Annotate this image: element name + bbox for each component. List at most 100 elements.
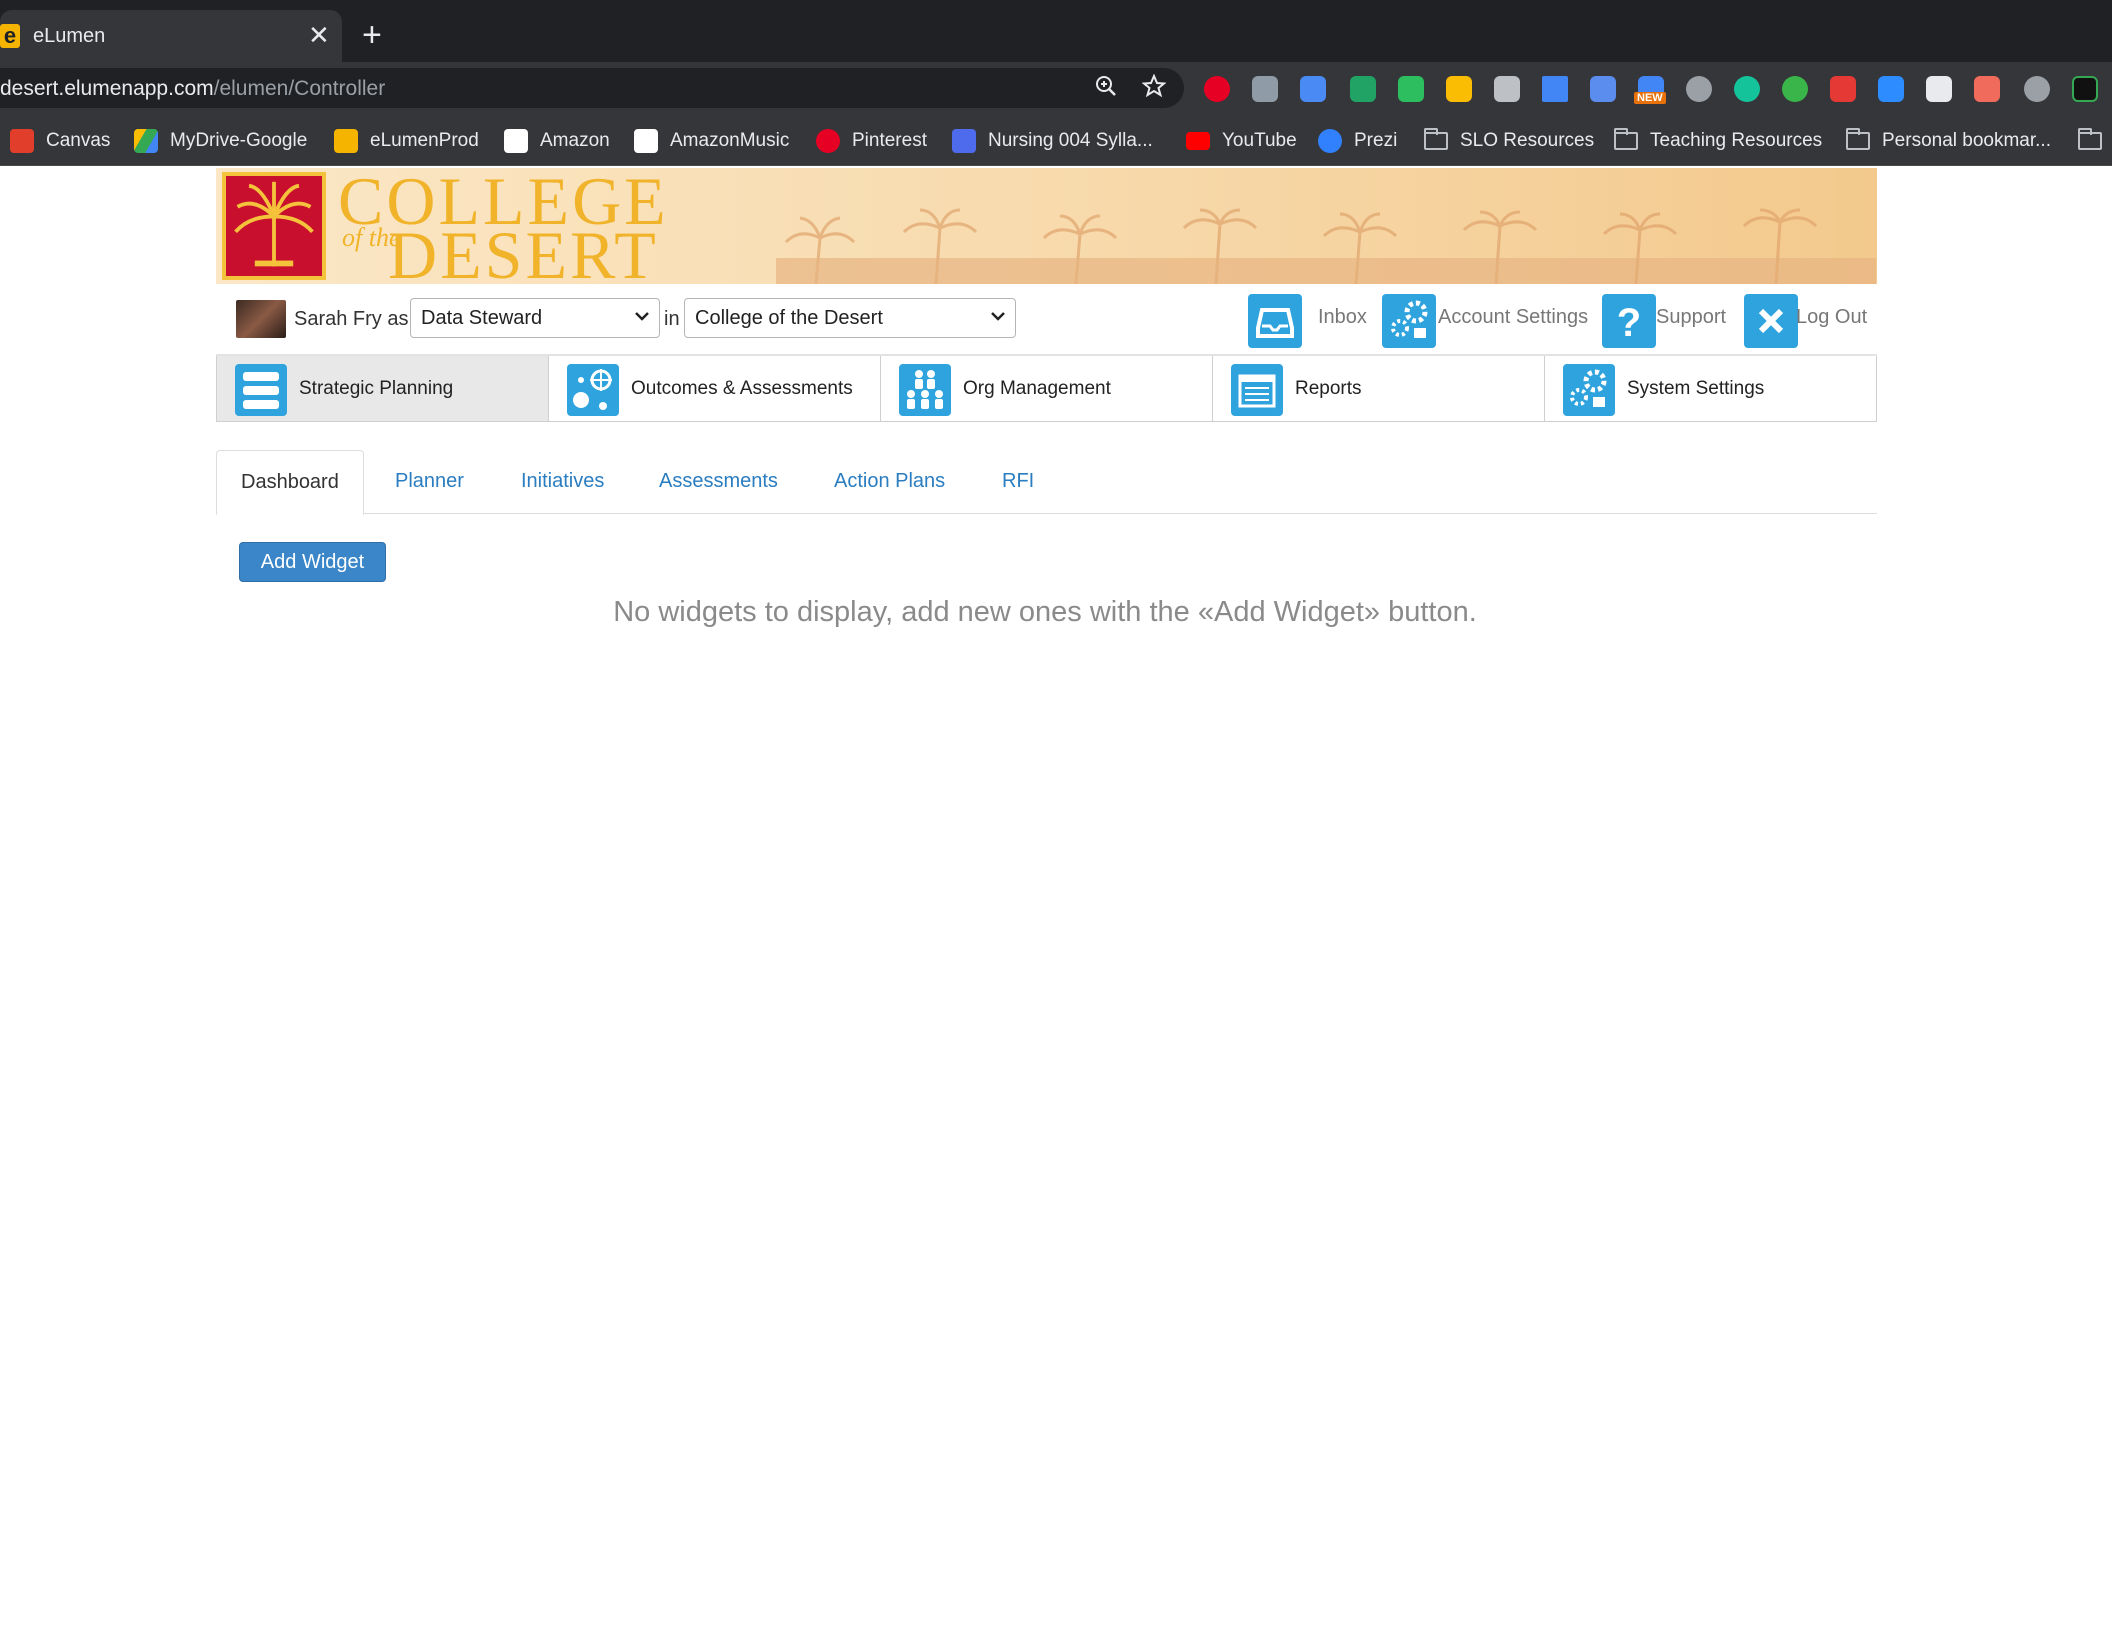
bookmark-elumenprod[interactable]: eLumenProd xyxy=(334,128,479,154)
inbox-link[interactable]: Inbox xyxy=(1318,306,1367,329)
bookmark-canvas[interactable]: Canvas xyxy=(10,128,110,154)
module-org-management[interactable]: Org Management xyxy=(881,356,1213,421)
bookmark-amazonmusic[interactable]: AmazonMusic xyxy=(634,128,789,154)
chevron-down-icon xyxy=(633,307,651,330)
chevron-down-icon xyxy=(989,307,1007,330)
folder-icon xyxy=(1614,128,1638,150)
new-tab-icon[interactable]: + xyxy=(362,18,382,52)
amazon-icon xyxy=(504,129,528,153)
log-out-icon[interactable] xyxy=(1744,294,1798,348)
module-label: Org Management xyxy=(963,378,1111,399)
bookmark-label: SLO Resources xyxy=(1460,130,1595,151)
log-out-link[interactable]: Log Out xyxy=(1796,306,1867,329)
google-drive-icon xyxy=(134,129,158,153)
role-select[interactable]: Data Steward xyxy=(410,298,660,338)
bookmark-pinterest[interactable]: Pinterest xyxy=(816,128,927,154)
cursor-extension-icon[interactable] xyxy=(1542,76,1568,102)
canvas-icon xyxy=(10,129,34,153)
palm-trees-graphic xyxy=(776,208,1876,284)
institution-select[interactable]: College of the Desert xyxy=(684,298,1016,338)
bookmark-label: Pinterest xyxy=(852,130,927,151)
video-extension-icon[interactable] xyxy=(1974,76,2000,102)
browser-tab[interactable]: e eLumen ✕ xyxy=(0,10,342,62)
folder-icon xyxy=(1846,128,1870,150)
tab-action-plans[interactable]: Action Plans xyxy=(834,470,945,493)
support-icon[interactable]: ? xyxy=(1602,294,1656,348)
amazon-icon xyxy=(634,129,658,153)
zoom-icon[interactable] xyxy=(1094,74,1118,105)
zoom-extension-icon[interactable] xyxy=(1878,76,1904,102)
tab-rfi[interactable]: RFI xyxy=(1002,470,1034,493)
elumen-icon xyxy=(334,129,358,153)
pinterest-icon xyxy=(816,129,840,153)
svg-text:?: ? xyxy=(1617,301,1641,345)
college-seal-logo xyxy=(222,172,326,280)
grammarly-extension-icon[interactable] xyxy=(1734,76,1760,102)
account-settings-icon[interactable] xyxy=(1382,294,1436,348)
bookmark-nursing[interactable]: Nursing 004 Sylla... xyxy=(952,128,1153,154)
bookmark-label: Teaching Resources xyxy=(1650,130,1823,151)
google-drive-extension-icon[interactable] xyxy=(1446,76,1472,102)
support-link[interactable]: Support xyxy=(1656,306,1726,329)
user-name: Sarah Fry as xyxy=(294,308,409,330)
url-path: /elumen/Controller xyxy=(213,77,386,100)
youtube-icon xyxy=(1186,132,1210,150)
bookmark-label: Prezi xyxy=(1354,130,1398,151)
module-label: Reports xyxy=(1295,378,1362,399)
address-bar[interactable]: desert.elumenapp.com/elumen/Controller xyxy=(0,68,1184,108)
bookmark-prezi[interactable]: Prezi xyxy=(1318,128,1397,154)
bookmark-star-icon[interactable] xyxy=(1141,73,1167,105)
system-settings-icon xyxy=(1563,364,1615,416)
module-system-settings[interactable]: System Settings xyxy=(1545,356,1876,421)
profile-extension-icon[interactable] xyxy=(2024,76,2050,102)
tab-planner[interactable]: Planner xyxy=(395,470,464,493)
bookmark-amazon[interactable]: Amazon xyxy=(504,128,610,154)
folder-icon xyxy=(1424,128,1448,150)
bookmark-youtube[interactable]: YouTube xyxy=(1186,128,1297,154)
bookmark-teaching-resources[interactable]: Teaching Resources xyxy=(1614,128,1822,154)
module-reports[interactable]: Reports xyxy=(1213,356,1545,421)
tp-extension-icon[interactable] xyxy=(1830,76,1856,102)
module-outcomes-assessments[interactable]: Outcomes & Assessments xyxy=(549,356,881,421)
window-extension-icon[interactable] xyxy=(1926,76,1952,102)
graduation-extension-icon[interactable] xyxy=(1300,76,1326,102)
tab-initiatives[interactable]: Initiatives xyxy=(521,470,604,493)
tab-dashboard[interactable]: Dashboard xyxy=(216,450,364,515)
evernote-extension-icon[interactable] xyxy=(1398,76,1424,102)
browser-toolbar: desert.elumenapp.com/elumen/Controller N… xyxy=(0,62,2112,114)
add-widget-button[interactable]: Add Widget xyxy=(239,542,386,582)
bookmark-slo-resources[interactable]: SLO Resources xyxy=(1424,128,1594,154)
screenshot-extension-icon[interactable] xyxy=(1494,76,1520,102)
dashboard-tabs: Dashboard Planner Initiatives Assessment… xyxy=(216,450,1877,515)
bookmark-other[interactable] xyxy=(2078,128,2112,154)
module-label: Strategic Planning xyxy=(299,378,454,399)
strategic-planning-icon xyxy=(235,364,287,416)
wordtune-extension-icon[interactable] xyxy=(1686,76,1712,102)
college-wordmark-desert: DESERT xyxy=(388,217,659,284)
tab-title: eLumen xyxy=(33,25,106,47)
dropbox-extension-icon[interactable] xyxy=(1252,76,1278,102)
module-strategic-planning[interactable]: Strategic Planning xyxy=(217,356,549,421)
reports-icon xyxy=(1231,364,1283,416)
extension-icon[interactable] xyxy=(2072,76,2098,102)
bookmark-personal[interactable]: Personal bookmar... xyxy=(1846,128,2051,154)
new-badge: NEW xyxy=(1634,92,1666,104)
org-management-icon xyxy=(899,364,951,416)
inbox-icon[interactable] xyxy=(1248,294,1302,348)
module-label: Outcomes & Assessments xyxy=(631,378,853,399)
phone-extension-icon[interactable] xyxy=(1350,76,1376,102)
pinterest-extension-icon[interactable] xyxy=(1204,76,1230,102)
avatar xyxy=(236,300,286,338)
close-tab-icon[interactable]: ✕ xyxy=(308,22,330,48)
bookmark-mydrive[interactable]: MyDrive-Google xyxy=(134,128,307,154)
elumen-favicon-icon: e xyxy=(0,24,20,48)
tab-assessments[interactable]: Assessments xyxy=(659,470,778,493)
institution-select-value: College of the Desert xyxy=(695,307,883,329)
outcomes-icon xyxy=(567,364,619,416)
folder-icon xyxy=(2078,128,2102,150)
my-extension-icon[interactable] xyxy=(1782,76,1808,102)
account-settings-link[interactable]: Account Settings xyxy=(1438,306,1588,329)
module-label: System Settings xyxy=(1627,378,1765,399)
module-nav: Strategic Planning Outcomes & Assessment… xyxy=(216,356,1877,422)
camera-extension-icon[interactable] xyxy=(1590,76,1616,102)
